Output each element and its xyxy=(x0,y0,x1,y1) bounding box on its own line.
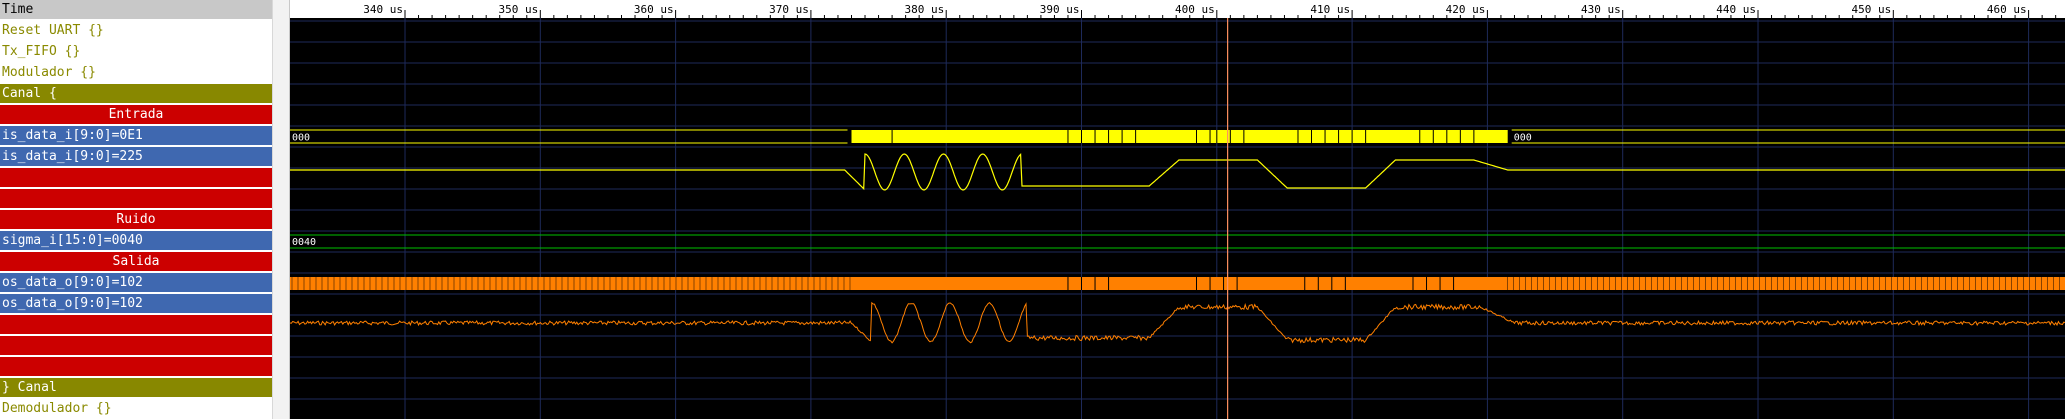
panel-splitter[interactable] xyxy=(272,0,290,419)
separator-blank xyxy=(0,189,272,208)
group-row[interactable]: } Canal xyxy=(0,378,272,397)
time-tick-label: 360 us xyxy=(634,3,674,16)
separator-blank xyxy=(0,336,272,355)
time-tick-label: 460 us xyxy=(1987,3,2027,16)
signal-row[interactable]: os_data_o[9:0]=102 xyxy=(0,273,272,292)
time-tick-label: 370 us xyxy=(769,3,809,16)
signal-row[interactable]: os_data_o[9:0]=102 xyxy=(0,294,272,313)
time-tick-label: 410 us xyxy=(1310,3,1350,16)
separator-blank xyxy=(0,357,272,376)
bus-value-label: 000 xyxy=(292,133,310,144)
waveform-panel[interactable]: 340 us 350 us 360 us 370 us 380 us 390 us 400 … xyxy=(290,0,2065,419)
bus-value-label: 0040 xyxy=(292,237,316,248)
time-tick-label: 420 us xyxy=(1446,3,1486,16)
signal-row[interactable]: is_data_i[9:0]=225 xyxy=(0,147,272,166)
group-row[interactable]: Tx_FIFO {} xyxy=(0,42,272,61)
time-header[interactable]: Time xyxy=(0,0,272,19)
time-tick-label: 340 us xyxy=(363,3,403,16)
separator-ruido: Ruido xyxy=(0,210,272,229)
time-tick-label: 400 us xyxy=(1175,3,1215,16)
time-tick-label: 430 us xyxy=(1581,3,1621,16)
time-tick-label: 390 us xyxy=(1040,3,1080,16)
time-tick-label: 450 us xyxy=(1852,3,1892,16)
separator-salida: Salida xyxy=(0,252,272,271)
group-row[interactable]: Demodulador {} xyxy=(0,399,272,418)
signal-row[interactable]: sigma_i[15:0]=0040 xyxy=(0,231,272,250)
time-tick-label: 440 us xyxy=(1716,3,1756,16)
separator-blank xyxy=(0,168,272,187)
signal-row[interactable]: is_data_i[9:0]=0E1 xyxy=(0,126,272,145)
bus-value-label: 000 xyxy=(1514,133,1532,144)
group-row[interactable]: Canal { xyxy=(0,84,272,103)
group-row[interactable]: Modulador {} xyxy=(0,63,272,82)
bus-dense-region xyxy=(851,130,1508,143)
separator-entrada: Entrada xyxy=(0,105,272,124)
group-row[interactable]: Reset UART {} xyxy=(0,21,272,40)
time-tick-label: 350 us xyxy=(499,3,539,16)
signal-name-panel: Time Reset UART {} Tx_FIFO {} Modulador {} C… xyxy=(0,0,272,419)
separator-blank xyxy=(0,315,272,334)
time-tick-label: 380 us xyxy=(904,3,944,16)
